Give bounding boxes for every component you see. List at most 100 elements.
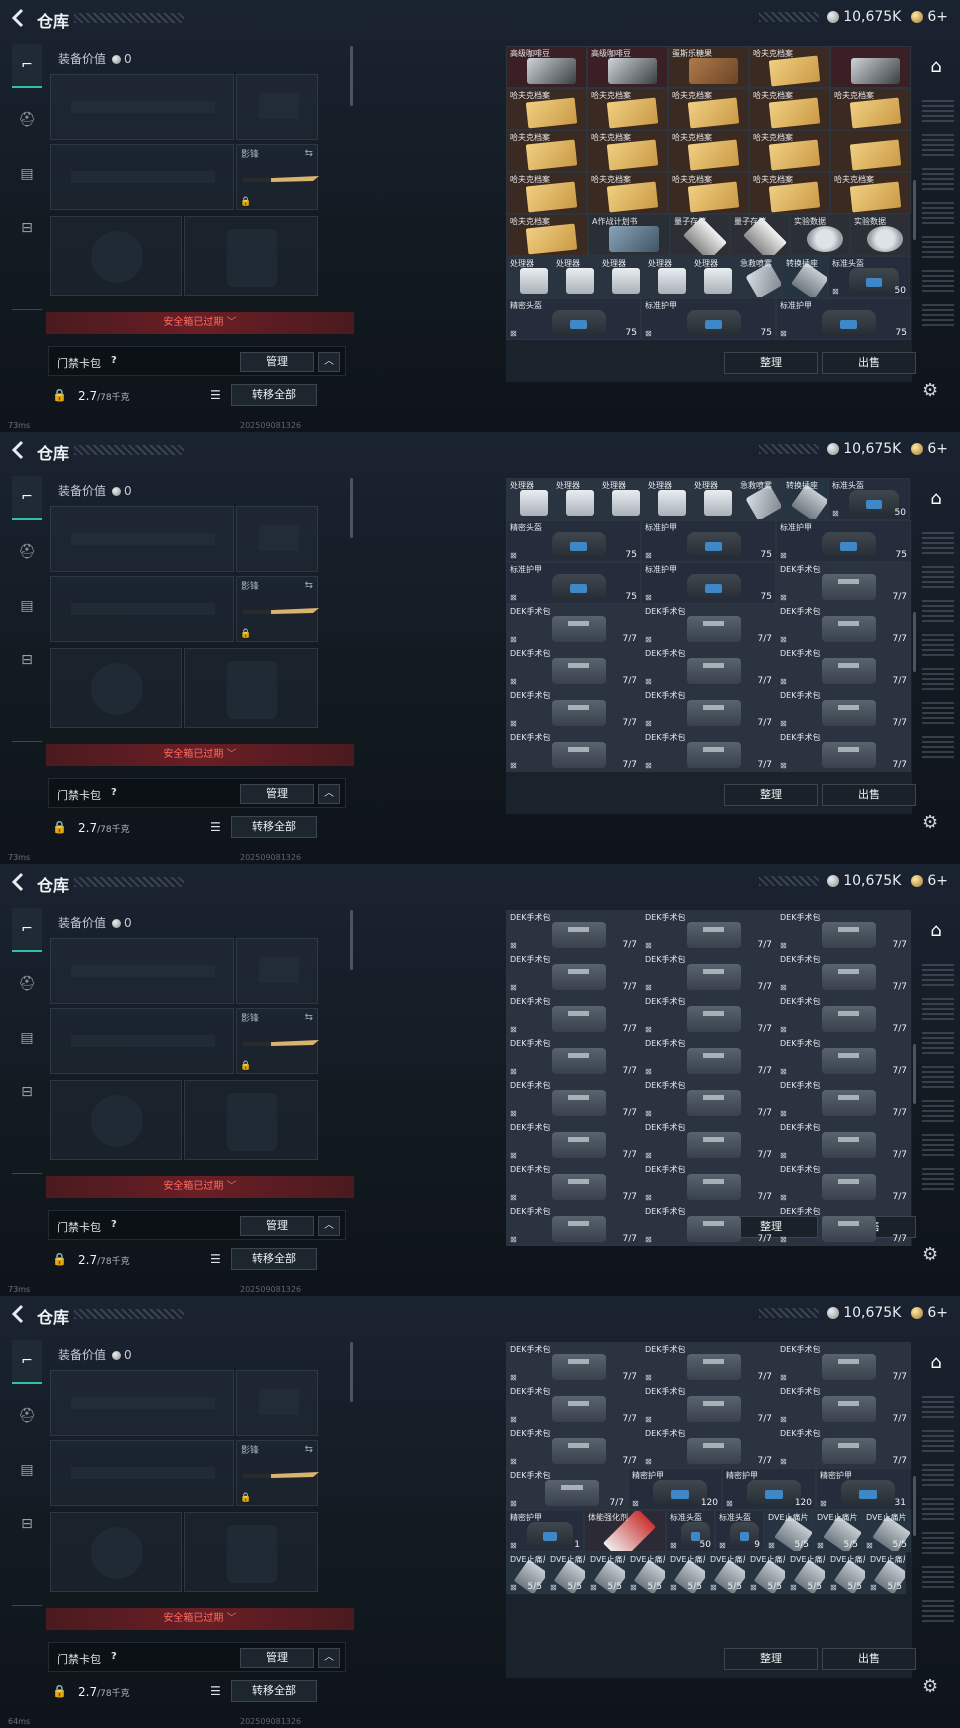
- stash-item[interactable]: 标准护甲 ⊠ 75: [641, 562, 776, 604]
- safe-box-expired-banner[interactable]: 安全箱已过期 ﹀: [46, 1176, 354, 1198]
- tab-backpack[interactable]: ⊟: [12, 1502, 42, 1546]
- helmet-slot[interactable]: [50, 1512, 182, 1592]
- stash-item[interactable]: DEK手术包 ⊠ 7/7: [641, 1120, 776, 1162]
- stash-item[interactable]: 处理器: [506, 478, 552, 520]
- stash-page-tab[interactable]: [922, 1532, 954, 1554]
- stash-item[interactable]: 标准头盔 ⊠ 50: [666, 1510, 715, 1552]
- stash-page-tab[interactable]: [922, 1100, 954, 1122]
- tab-armor[interactable]: ⛑: [12, 98, 42, 142]
- stash-item[interactable]: DEK手术包 ⊠ 7/7: [506, 1078, 641, 1120]
- stash-page-tab[interactable]: [922, 1600, 954, 1622]
- stash-item[interactable]: DEK手术包 ⊠ 7/7: [776, 1342, 911, 1384]
- stash-page-tab[interactable]: [922, 668, 954, 690]
- armor-slot[interactable]: [184, 648, 318, 728]
- manage-button[interactable]: 管理: [240, 352, 314, 372]
- sell-button[interactable]: 出售: [822, 784, 916, 806]
- back-arrow-icon[interactable]: [10, 872, 26, 892]
- stash-item[interactable]: 处理器: [690, 478, 736, 520]
- melee-slot[interactable]: 影锋 ⇆ 🔒: [236, 1440, 319, 1506]
- manage-button[interactable]: 管理: [240, 784, 314, 804]
- stash-item[interactable]: DEK手术包 ⊠ 7/7: [776, 730, 911, 772]
- stash-page-tab[interactable]: [922, 532, 954, 554]
- stash-item[interactable]: 处理器: [552, 256, 598, 298]
- stash-page-tab[interactable]: [922, 998, 954, 1020]
- tab-armor[interactable]: ⛑: [12, 1394, 42, 1438]
- stash-item[interactable]: DEK手术包 ⊠ 7/7: [506, 1426, 641, 1468]
- stash-scrollbar[interactable]: [913, 612, 916, 672]
- tab-rig[interactable]: ▤: [12, 1448, 42, 1492]
- transfer-all-button[interactable]: 转移全部: [231, 384, 317, 406]
- stash-item[interactable]: 标准头盔 ⊠ 50: [828, 478, 910, 520]
- stash-scrollbar[interactable]: [913, 180, 916, 240]
- stash-page-tab[interactable]: [922, 1430, 954, 1452]
- stash-item[interactable]: 哈夫克档案: [506, 214, 588, 256]
- stash-item[interactable]: 哈夫克档案: [749, 172, 830, 214]
- stash-item[interactable]: DEK手术包 ⊠ 7/7: [776, 1078, 911, 1120]
- stash-item[interactable]: DEK手术包 ⊠ 7/7: [641, 1342, 776, 1384]
- stash-item[interactable]: DEK手术包 ⊠ 7/7: [641, 1384, 776, 1426]
- warehouse-icon[interactable]: ⌂: [924, 488, 948, 512]
- stash-item[interactable]: DEK手术包 ⊠ 7/7: [776, 952, 911, 994]
- gold-balance[interactable]: 6+: [927, 873, 948, 889]
- chevron-up-icon[interactable]: ︿: [318, 352, 340, 372]
- back-arrow-icon[interactable]: [10, 8, 26, 28]
- stash-item[interactable]: 标准护甲 ⊠ 75: [776, 520, 911, 562]
- swap-icon[interactable]: ⇆: [305, 1444, 313, 1455]
- helmet-slot[interactable]: [50, 216, 182, 296]
- stash-item[interactable]: DEK手术包 ⊠ 7/7: [776, 1162, 911, 1204]
- list-icon[interactable]: ☰: [210, 820, 221, 834]
- stash-item[interactable]: DVE止痛片 ⊠ 5/5: [786, 1552, 826, 1594]
- stash-page-tab[interactable]: [922, 1066, 954, 1088]
- stash-item[interactable]: A作战计划书: [588, 214, 670, 256]
- stash-page-tab[interactable]: [922, 600, 954, 622]
- warehouse-icon[interactable]: ⌂: [924, 920, 948, 944]
- stash-item[interactable]: DEK手术包 ⊠ 7/7: [776, 688, 911, 730]
- back-arrow-icon[interactable]: [10, 1304, 26, 1324]
- sidearm-slot[interactable]: [236, 506, 318, 572]
- stash-item[interactable]: DVE止痛片 ⊠ 5/5: [764, 1510, 813, 1552]
- stash-item[interactable]: DEK手术包 ⊠ 7/7: [776, 604, 911, 646]
- stash-item[interactable]: 量子存储: [730, 214, 790, 256]
- stash-page-tab[interactable]: [922, 634, 954, 656]
- stash-item[interactable]: 量子存储: [670, 214, 730, 256]
- tab-weapons[interactable]: ⌐: [12, 908, 42, 952]
- stash-item[interactable]: DVE止痛片 ⊠ 5/5: [666, 1552, 706, 1594]
- stash-item[interactable]: 实验数据: [850, 214, 910, 256]
- stash-item[interactable]: DEK手术包 ⊠ 7/7: [776, 646, 911, 688]
- sidearm-slot[interactable]: [236, 1370, 318, 1436]
- tab-armor[interactable]: ⛑: [12, 530, 42, 574]
- tab-rig[interactable]: ▤: [12, 1016, 42, 1060]
- swap-icon[interactable]: ⇆: [305, 1012, 313, 1023]
- gold-balance[interactable]: 6+: [927, 1305, 948, 1321]
- stash-page-tab[interactable]: [922, 236, 954, 258]
- swap-icon[interactable]: ⇆: [305, 580, 313, 591]
- tab-weapons[interactable]: ⌐: [12, 44, 42, 88]
- stash-item[interactable]: 转换插座: [782, 256, 828, 298]
- primary-weapon-slot[interactable]: [50, 938, 234, 1004]
- gear-icon[interactable]: ⚙: [922, 1244, 938, 1265]
- primary-weapon-slot[interactable]: [50, 74, 234, 140]
- stash-item[interactable]: 处理器: [598, 478, 644, 520]
- stash-item[interactable]: 高级咖啡豆: [587, 46, 668, 88]
- stash-item[interactable]: DEK手术包 ⊠ 7/7: [506, 1162, 641, 1204]
- stash-item[interactable]: 处理器: [552, 478, 598, 520]
- armor-slot[interactable]: [184, 1512, 318, 1592]
- stash-item[interactable]: 处理器: [644, 256, 690, 298]
- tab-weapons[interactable]: ⌐: [12, 1340, 42, 1384]
- stash-page-tab[interactable]: [922, 1396, 954, 1418]
- stash-item[interactable]: DEK手术包 ⊠ 7/7: [641, 994, 776, 1036]
- sidearm-slot[interactable]: [236, 74, 318, 140]
- stash-item[interactable]: 哈夫克档案: [830, 172, 911, 214]
- stash-item[interactable]: DVE止痛片 ⊠ 5/5: [866, 1552, 906, 1594]
- stash-item[interactable]: 哈夫克档案: [668, 130, 749, 172]
- stash-item[interactable]: 蛋斯乐糖果: [668, 46, 749, 88]
- gold-balance[interactable]: 6+: [927, 441, 948, 457]
- stash-item[interactable]: DEK手术包 ⊠ 7/7: [506, 1468, 628, 1510]
- stash-item[interactable]: DEK手术包 ⊠ 7/7: [506, 1342, 641, 1384]
- stash-item[interactable]: DVE止痛片 ⊠ 5/5: [746, 1552, 786, 1594]
- stash-item[interactable]: DEK手术包 ⊠ 7/7: [641, 1426, 776, 1468]
- stash-item[interactable]: 标准头盔 ⊠ 9: [715, 1510, 764, 1552]
- stash-item[interactable]: 实验数据: [790, 214, 850, 256]
- secondary-weapon-slot[interactable]: [50, 1008, 234, 1074]
- safe-box-expired-banner[interactable]: 安全箱已过期 ﹀: [46, 312, 354, 334]
